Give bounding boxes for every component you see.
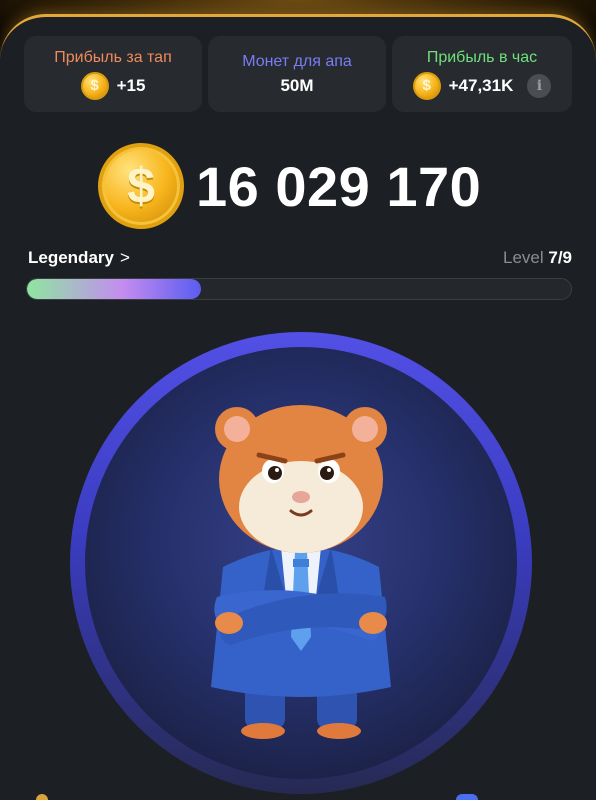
stat-profit-per-hour-title: Прибыль в час (426, 48, 538, 66)
level-progress-fill (27, 279, 202, 299)
chevron-right-icon: > (119, 248, 130, 267)
stat-profit-per-tap-title: Прибыль за тап (54, 48, 172, 66)
balance: $ 16 029 170 (98, 143, 481, 229)
level-progress-bar (26, 278, 572, 300)
coin-icon: $ (98, 143, 184, 229)
league-link[interactable]: Legendary > (28, 248, 130, 268)
stat-coins-to-level-up[interactable]: Монет для апа 50M (208, 36, 386, 112)
tap-button[interactable] (70, 332, 532, 794)
level-indicator: Level 7/9 (503, 248, 572, 268)
stat-coins-to-level-up-value: 50M (280, 75, 314, 95)
stat-coins-to-level-up-title: Монет для апа (242, 52, 352, 70)
tap-area[interactable] (85, 347, 517, 779)
league-name: Legendary (28, 248, 114, 267)
coin-icon: $ (80, 71, 109, 100)
bottom-nav-hint-right (456, 794, 478, 800)
info-icon[interactable]: i (527, 73, 552, 98)
coin-icon: $ (412, 71, 441, 100)
level-value: 7/9 (548, 248, 572, 267)
stat-profit-per-tap-value: +15 (116, 75, 146, 95)
balance-value: 16 029 170 (196, 154, 482, 218)
hamster-ceo-icon (211, 405, 391, 739)
stats-bar: Прибыль за тап $ +15 Монет для апа 50M П… (24, 36, 572, 112)
stat-profit-per-hour[interactable]: Прибыль в час $ +47,31K i (392, 36, 572, 112)
level-label: Level (502, 248, 544, 267)
level-row: Legendary > Level 7/9 (28, 248, 572, 272)
bottom-nav-hint-left (36, 794, 48, 800)
stat-profit-per-hour-value: +47,31K (448, 75, 514, 95)
stat-profit-per-tap[interactable]: Прибыль за тап $ +15 (24, 36, 202, 112)
